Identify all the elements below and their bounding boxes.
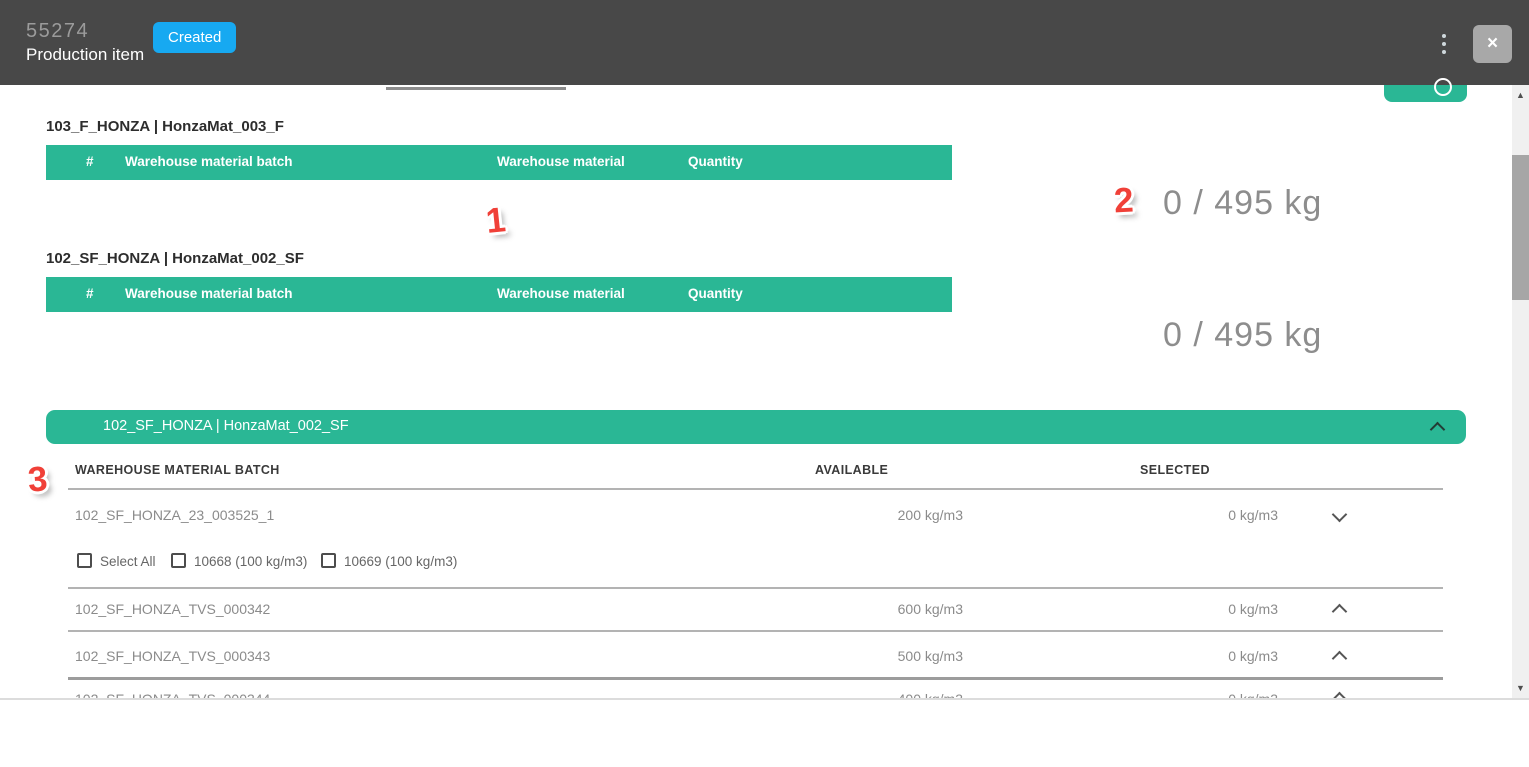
- annotation-marker-3: 3: [27, 459, 49, 500]
- kebab-menu-icon[interactable]: [1432, 27, 1456, 61]
- batch-panel-title: 102_SF_HONZA | HonzaMat_002_SF: [103, 418, 349, 434]
- batch-name: 102_SF_HONZA_TVS_000342: [75, 601, 270, 617]
- status-badge: Created: [153, 22, 236, 53]
- option-label: 10668 (100 kg/m3): [194, 554, 307, 569]
- col-selected: SELECTED: [1140, 463, 1210, 477]
- circle-icon: [1434, 78, 1452, 96]
- divider: [68, 677, 1443, 680]
- progress-total-1: 0 / 495 kg: [1163, 184, 1322, 223]
- col-warehouse-material-batch: Warehouse material batch: [125, 286, 293, 301]
- select-all-label: Select All: [100, 554, 156, 569]
- col-warehouse-material: Warehouse material: [497, 154, 625, 169]
- batch-selected: 0 kg/m3: [1078, 648, 1278, 664]
- production-item-dialog: 55274 Production item Created × 103_F_HO…: [0, 0, 1529, 767]
- scrollbar-thumb[interactable]: [1512, 155, 1529, 300]
- batch-panel-banner[interactable]: 102_SF_HONZA | HonzaMat_002_SF: [46, 410, 1466, 444]
- divider: [68, 587, 1443, 589]
- select-all-checkbox[interactable]: [77, 553, 92, 568]
- refresh-action-button[interactable]: [1384, 85, 1467, 102]
- divider: [68, 630, 1443, 632]
- batch-available: 200 kg/m3: [763, 507, 963, 523]
- batch-available: 500 kg/m3: [763, 648, 963, 664]
- batch-selected: 0 kg/m3: [1078, 601, 1278, 617]
- material-table-header-1: # Warehouse material batch Warehouse mat…: [46, 145, 952, 180]
- vertical-scrollbar[interactable]: ▲ ▼: [1512, 85, 1529, 698]
- item-id: 55274: [26, 20, 89, 43]
- batch-name: 102_SF_HONZA_23_003525_1: [75, 507, 274, 523]
- scroll-down-arrow-icon[interactable]: ▼: [1512, 680, 1529, 696]
- option-label: 10669 (100 kg/m3): [344, 554, 457, 569]
- table-row-partial[interactable]: 102_SF_HONZA_TVS_000344 400 kg/m3 0 kg/m…: [0, 689, 1512, 698]
- batch-available: 400 kg/m3: [763, 691, 963, 698]
- col-hash: #: [86, 286, 94, 301]
- col-available: AVAILABLE: [815, 463, 888, 477]
- section-title-1: 103_F_HONZA | HonzaMat_003_F: [46, 118, 284, 135]
- dialog-bottom-edge: [0, 698, 1529, 700]
- batch-name: 102_SF_HONZA_TVS_000344: [75, 691, 270, 698]
- option-checkbox[interactable]: [171, 553, 186, 568]
- chevron-up-icon[interactable]: [1430, 422, 1446, 438]
- col-quantity: Quantity: [688, 154, 743, 169]
- divider: [68, 488, 1443, 490]
- batch-name: 102_SF_HONZA_TVS_000343: [75, 648, 270, 664]
- scroll-up-arrow-icon[interactable]: ▲: [1512, 87, 1529, 103]
- progress-total-2: 0 / 495 kg: [1163, 316, 1322, 355]
- input-underline: [386, 87, 566, 90]
- annotation-marker-1: 1: [484, 200, 508, 242]
- col-hash: #: [86, 154, 94, 169]
- col-warehouse-material-batch: WAREHOUSE MATERIAL BATCH: [75, 463, 280, 477]
- col-warehouse-material-batch: Warehouse material batch: [125, 154, 293, 169]
- option-checkbox[interactable]: [321, 553, 336, 568]
- batch-available: 600 kg/m3: [763, 601, 963, 617]
- col-warehouse-material: Warehouse material: [497, 286, 625, 301]
- dialog-titlebar: 55274 Production item Created ×: [0, 0, 1529, 85]
- chevron-up-icon[interactable]: [1332, 651, 1348, 667]
- col-quantity: Quantity: [688, 286, 743, 301]
- batch-selected: 0 kg/m3: [1078, 507, 1278, 523]
- chevron-up-icon[interactable]: [1332, 604, 1348, 620]
- close-button[interactable]: ×: [1473, 25, 1512, 63]
- annotation-marker-2: 2: [1113, 181, 1135, 222]
- item-type-label: Production item: [26, 45, 144, 65]
- chevron-down-icon[interactable]: [1332, 507, 1348, 523]
- batch-selected: 0 kg/m3: [1078, 691, 1278, 698]
- material-table-header-2: # Warehouse material batch Warehouse mat…: [46, 277, 952, 312]
- section-title-2: 102_SF_HONZA | HonzaMat_002_SF: [46, 250, 304, 267]
